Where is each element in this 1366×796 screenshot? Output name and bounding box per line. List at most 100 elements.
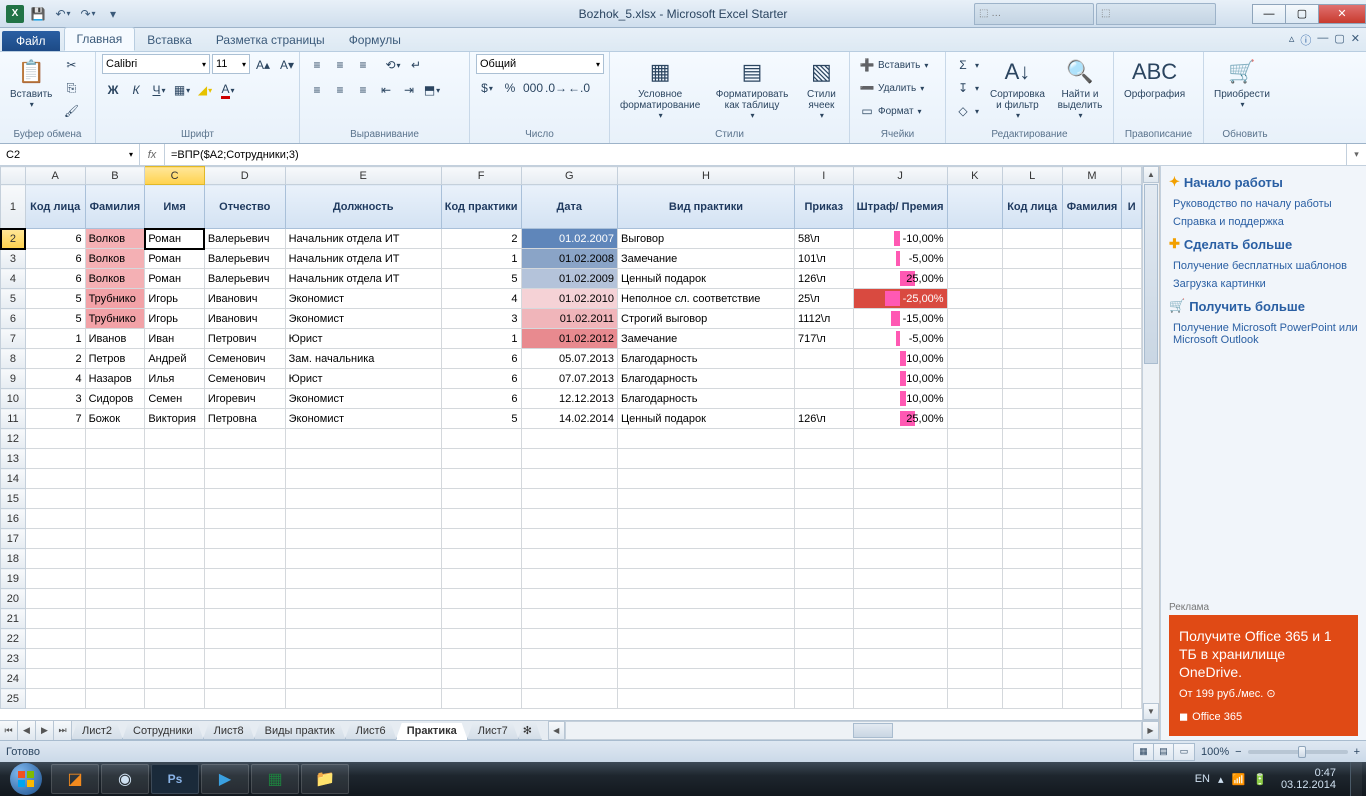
cell[interactable]: 1 [25,329,85,349]
cell[interactable] [1062,609,1122,629]
cell[interactable] [853,649,947,669]
cell[interactable] [145,669,205,689]
cell[interactable] [441,689,521,709]
cell[interactable]: Начальник отдела ИТ [285,269,441,289]
font-name-combo[interactable]: Calibri▾ [102,54,210,74]
cell[interactable] [853,689,947,709]
cell[interactable] [794,549,853,569]
cell[interactable]: 3 [441,309,521,329]
hscroll-thumb[interactable] [853,723,893,738]
cell[interactable] [947,569,1002,589]
sheet-tab[interactable]: Лист6 [345,723,397,740]
cell[interactable]: Иван [145,329,205,349]
col-header[interactable]: G [521,167,618,185]
cell[interactable] [441,549,521,569]
cell[interactable] [285,569,441,589]
cell[interactable] [145,529,205,549]
autosum-button[interactable]: Σ▾ [952,54,982,76]
cell[interactable] [618,469,795,489]
cell[interactable] [285,649,441,669]
cell[interactable]: 126\л [794,409,853,429]
cell[interactable] [947,489,1002,509]
decrease-decimal-button[interactable]: ←.0 [568,77,590,99]
cell[interactable] [794,569,853,589]
hscroll-track[interactable] [565,721,1142,740]
cell[interactable] [285,469,441,489]
cell[interactable]: Благодарность [618,349,795,369]
row-header[interactable]: 13 [1,449,26,469]
row-header[interactable]: 22 [1,629,26,649]
cell[interactable] [853,609,947,629]
cell[interactable] [25,489,85,509]
cell[interactable] [1062,449,1122,469]
minimize-button[interactable]: — [1252,4,1286,24]
cell[interactable]: 6 [25,269,85,289]
cell[interactable] [794,669,853,689]
cell[interactable]: -10,00% [853,229,947,249]
cell[interactable] [441,509,521,529]
format-cells-button[interactable]: ▭Формат▾ [856,100,939,122]
format-as-table-button[interactable]: ▤Форматировать как таблицу▾ [708,54,795,123]
cell[interactable] [853,509,947,529]
cell[interactable] [204,509,285,529]
cell[interactable] [1002,509,1062,529]
italic-button[interactable]: К [125,79,147,101]
cell[interactable]: Семенович [204,349,285,369]
row-header[interactable]: 1 [1,185,26,229]
cell[interactable] [853,629,947,649]
cell[interactable] [794,689,853,709]
cell[interactable] [521,529,618,549]
cell[interactable] [1122,569,1142,589]
cell[interactable] [1002,549,1062,569]
cell[interactable]: 10,00% [853,349,947,369]
col-header[interactable]: C [145,167,205,185]
col-header[interactable]: F [441,167,521,185]
cell[interactable] [285,449,441,469]
cell[interactable] [285,549,441,569]
row-header[interactable]: 17 [1,529,26,549]
copy-button[interactable]: ⎘ [60,77,82,99]
select-all-button[interactable] [1,167,26,185]
cell[interactable] [1122,669,1142,689]
cell[interactable]: 101\л [794,249,853,269]
cell[interactable]: 4 [441,289,521,309]
cell[interactable] [947,529,1002,549]
tp-link-templates[interactable]: Получение бесплатных шаблонов [1169,258,1358,274]
cell[interactable]: 1 [441,249,521,269]
cell[interactable]: 717\л [794,329,853,349]
header-cell[interactable]: И [1122,185,1142,229]
cell[interactable] [521,489,618,509]
cell[interactable] [947,549,1002,569]
cut-button[interactable]: ✂ [60,54,82,76]
row-header[interactable]: 15 [1,489,26,509]
cell[interactable] [441,529,521,549]
cell[interactable] [204,429,285,449]
cell[interactable] [1002,469,1062,489]
cell[interactable] [1002,649,1062,669]
row-header[interactable]: 8 [1,349,26,369]
cell[interactable]: Петров [85,349,145,369]
cell[interactable] [1122,609,1142,629]
cell[interactable]: Семенович [204,369,285,389]
cell[interactable] [794,649,853,669]
sheet-tab[interactable]: Виды практик [254,723,346,740]
cell[interactable]: Юрист [285,329,441,349]
cell[interactable]: Иванович [204,309,285,329]
cell[interactable] [145,569,205,589]
indent-increase-button[interactable]: ⇥ [398,79,420,101]
cell[interactable] [1062,509,1122,529]
cell[interactable] [145,629,205,649]
file-tab[interactable]: Файл [2,31,60,51]
cell[interactable]: Валерьевич [204,229,285,249]
row-header[interactable]: 9 [1,369,26,389]
cell[interactable]: 01.02.2012 [521,329,618,349]
cell[interactable]: 01.02.2011 [521,309,618,329]
cell[interactable]: 6 [441,389,521,409]
cell[interactable] [853,429,947,449]
cell[interactable]: Выговор [618,229,795,249]
tab-next-button[interactable]: ▶ [36,721,54,740]
cell[interactable]: 01.02.2010 [521,289,618,309]
header-cell[interactable]: Фамилия [1062,185,1122,229]
cell[interactable] [794,589,853,609]
align-center-button[interactable]: ≡ [329,79,351,101]
